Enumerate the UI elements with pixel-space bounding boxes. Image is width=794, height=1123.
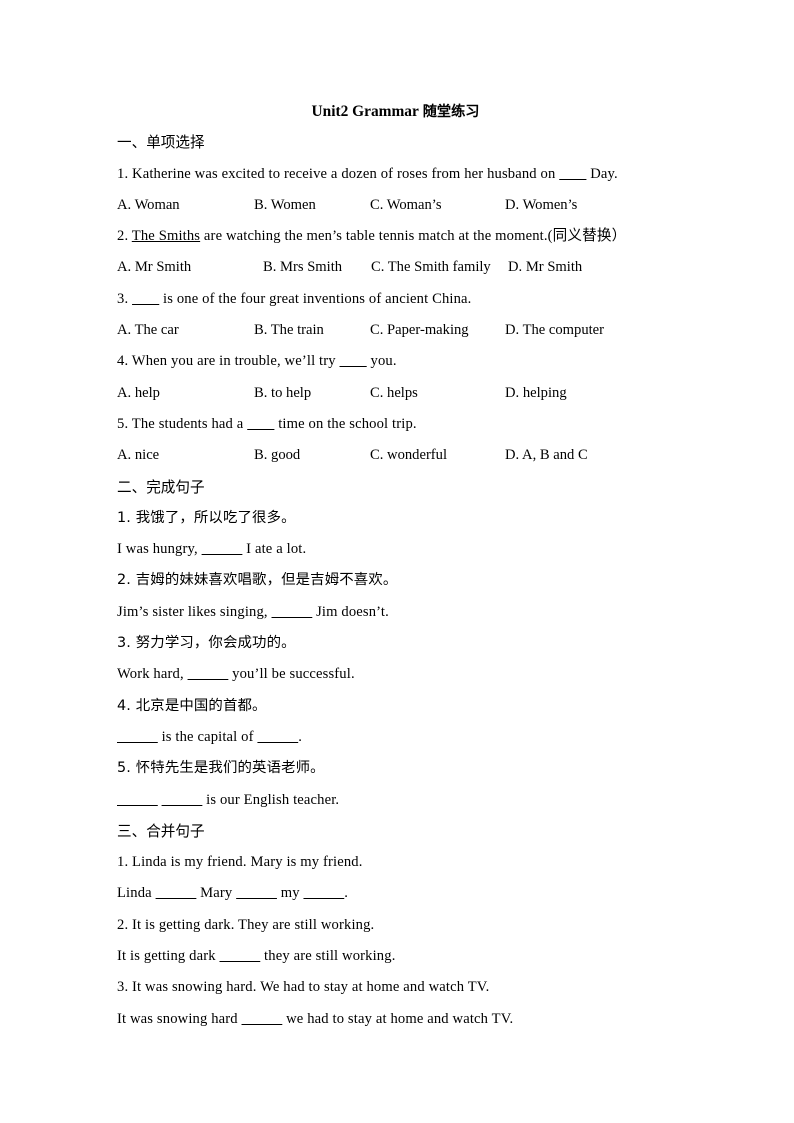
option-d[interactable]: D. A, B and C (505, 440, 588, 471)
answer-line: ______ ______ is our English teacher. (117, 785, 682, 816)
option-b[interactable]: B. Women (254, 190, 316, 221)
option-a[interactable]: A. help (117, 378, 160, 409)
question-stem: 1. Katherine was excited to receive a do… (117, 165, 618, 182)
answer-blank: ______ (188, 666, 229, 682)
prompt-chinese: 4. 北京是中国的首都。 (117, 697, 267, 714)
answer-blank: ____ (340, 353, 367, 369)
option-c[interactable]: C. wonderful (370, 440, 447, 471)
answer-blank: ______ (236, 885, 277, 901)
worksheet-page: Unit2 Grammar 随堂练习 一、单项选择 1. Katherine w… (0, 0, 794, 1123)
answer-blank: ______ (117, 729, 158, 745)
option-d[interactable]: D. Women’s (505, 190, 577, 221)
question-stem: 4. When you are in trouble, we’ll try __… (117, 353, 397, 370)
option-row: A. Mr Smith B. Mrs Smith C. The Smith fa… (117, 252, 682, 283)
prompt-chinese: 5. 怀特先生是我们的英语老师。 (117, 760, 325, 777)
prompt-chinese: 3. 努力学习，你会成功的。 (117, 635, 296, 652)
underlined-phrase: The Smiths (131, 228, 201, 245)
answer-blank: ______ (156, 885, 197, 901)
option-row: A. The car B. The train C. Paper-making … (117, 315, 682, 346)
answer-blank: ______ (219, 948, 260, 964)
answer-blank: ______ (272, 604, 313, 620)
answer-blank: ______ (303, 885, 344, 901)
answer-blank: ______ (242, 1011, 283, 1027)
prompt-chinese: 2. 吉姆的妹妹喜欢唱歌，但是吉姆不喜欢。 (117, 572, 398, 589)
answer-line: It is getting dark ______ they are still… (117, 948, 396, 965)
document-body: Unit2 Grammar 随堂练习 一、单项选择 1. Katherine w… (117, 96, 682, 1035)
answer-blank: ______ (257, 729, 298, 745)
source-sentence: 2. It is getting dark. They are still wo… (117, 916, 375, 933)
option-c[interactable]: C. Woman’s (370, 190, 442, 221)
option-row: A. Woman B. Women C. Woman’s D. Women’s (117, 190, 682, 221)
option-a[interactable]: A. nice (117, 440, 159, 471)
option-a[interactable]: A. The car (117, 315, 179, 346)
option-b[interactable]: B. Mrs Smith (263, 252, 342, 283)
question-stem: 2. The Smiths are watching the men’s tab… (117, 228, 627, 245)
prompt-chinese: 1. 我饿了，所以吃了很多。 (117, 509, 296, 526)
source-sentence: 1. Linda is my friend. Mary is my friend… (117, 854, 363, 871)
answer-blank: ______ (202, 541, 243, 557)
answer-line: It was snowing hard ______ we had to sta… (117, 1010, 514, 1027)
answer-line: Jim’s sister likes singing, ______ Jim d… (117, 603, 389, 620)
section-heading-2: 二、完成句子 (117, 478, 205, 496)
option-b[interactable]: B. The train (254, 315, 324, 346)
question-stem: 3. ____ is one of the four great inventi… (117, 290, 472, 307)
section-heading-1: 一、单项选择 (117, 134, 205, 152)
option-d[interactable]: D. The computer (505, 315, 604, 346)
answer-blank: ____ (132, 291, 159, 307)
option-row: A. help B. to help C. helps D. helping (117, 378, 682, 409)
answer-blank: ______ (117, 792, 158, 808)
option-d[interactable]: D. helping (505, 378, 567, 409)
section-heading-3: 三、合并句子 (117, 822, 205, 840)
title-chinese: 随堂练习 (422, 104, 480, 120)
answer-blank: ____ (559, 166, 586, 182)
option-b[interactable]: B. good (254, 440, 300, 471)
answer-line: I was hungry, ______ I ate a lot. (117, 541, 307, 558)
option-row: A. nice B. good C. wonderful D. A, B and… (117, 440, 682, 471)
option-a[interactable]: A. Woman (117, 190, 180, 221)
option-c[interactable]: C. helps (370, 378, 418, 409)
option-d[interactable]: D. Mr Smith (508, 252, 582, 283)
source-sentence: 3. It was snowing hard. We had to stay a… (117, 979, 490, 996)
option-a[interactable]: A. Mr Smith (117, 252, 191, 283)
answer-line: ______ is the capital of ______. (117, 722, 682, 753)
answer-blank: ______ (162, 792, 203, 808)
option-c[interactable]: C. The Smith family (371, 252, 491, 283)
page-title: Unit2 Grammar 随堂练习 (113, 96, 678, 127)
option-b[interactable]: B. to help (254, 378, 311, 409)
answer-line: Linda ______ Mary ______ my ______. (117, 885, 349, 902)
answer-blank: ____ (247, 416, 274, 432)
option-c[interactable]: C. Paper-making (370, 315, 469, 346)
title-latin: Unit2 Grammar (311, 103, 419, 120)
question-stem: 5. The students had a ____ time on the s… (117, 415, 417, 432)
answer-line: Work hard, ______ you’ll be successful. (117, 666, 355, 683)
